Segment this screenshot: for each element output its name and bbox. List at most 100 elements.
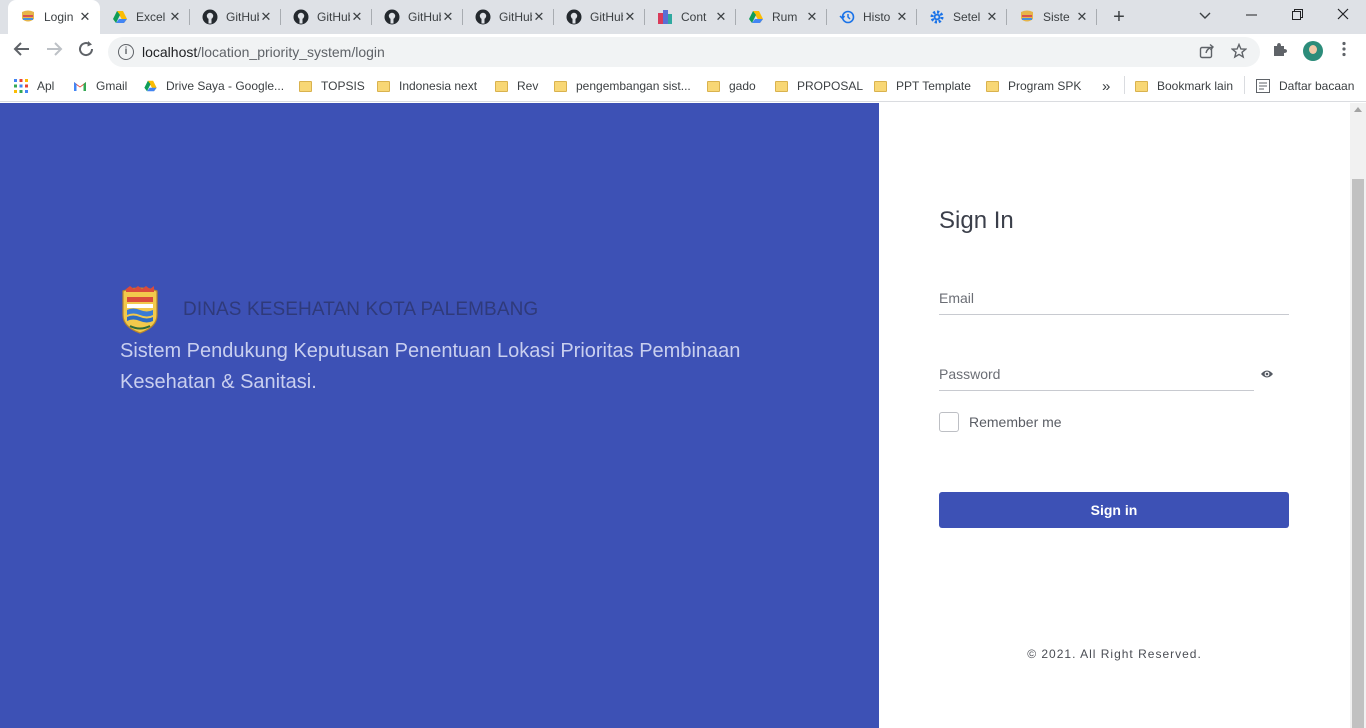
bookmark-label: Rev — [517, 79, 539, 93]
scroll-thumb[interactable] — [1352, 179, 1364, 728]
bookmark-label: Indonesia next — [399, 79, 478, 93]
tab-sistem[interactable]: Siste ✕ — [1007, 0, 1097, 34]
reading-list-button[interactable]: Daftar bacaan — [1256, 77, 1354, 95]
address-bar[interactable]: i localhost/location_priority_system/log… — [108, 37, 1260, 67]
tab-excel[interactable]: Excel ✕ — [100, 0, 190, 34]
new-tab-button[interactable]: + — [1109, 7, 1129, 27]
password-field[interactable]: Password — [939, 366, 1000, 382]
bookmark-program-spk[interactable]: Program SPK — [986, 77, 1081, 95]
bookmark-drive[interactable]: Drive Saya - Google... — [143, 77, 284, 95]
building-icon — [657, 9, 673, 25]
tab-separator — [1096, 9, 1097, 25]
tab-github-1[interactable]: GitHub ✕ — [190, 0, 281, 34]
restore-button[interactable] — [1277, 0, 1317, 30]
close-icon[interactable]: ✕ — [168, 10, 182, 24]
close-icon[interactable]: ✕ — [259, 10, 273, 24]
close-icon[interactable]: ✕ — [895, 10, 909, 24]
tab-title: GitHub — [408, 10, 441, 24]
bookmark-label: Daftar bacaan — [1279, 79, 1355, 93]
tab-cont[interactable]: Cont ✕ — [645, 0, 736, 34]
bookmark-gado[interactable]: gado — [707, 77, 756, 95]
organization-name: DINAS KESEHATAN KOTA PALEMBANG — [183, 299, 539, 320]
minimize-button[interactable] — [1231, 0, 1271, 30]
close-icon[interactable]: ✕ — [78, 10, 92, 24]
bookmark-other[interactable]: Bookmark lain — [1135, 77, 1233, 95]
bookmark-label: TOPSIS — [321, 79, 365, 93]
tab-history[interactable]: Histo ✕ — [827, 0, 917, 34]
copyright-text: © 2021. All Right Reserved. — [1027, 647, 1202, 661]
folder-icon — [554, 80, 567, 92]
bookmark-gmail[interactable]: Gmail — [73, 77, 127, 95]
url-text[interactable]: localhost/location_priority_system/login — [142, 44, 385, 60]
github-icon — [293, 9, 309, 25]
tab-title: GitHub — [499, 10, 532, 24]
tab-github-2[interactable]: GitHub ✕ — [281, 0, 372, 34]
tab-github-5[interactable]: GitHub ✕ — [554, 0, 645, 34]
tab-search-button[interactable] — [1185, 0, 1225, 30]
tab-title: Histo — [863, 10, 891, 24]
tab-login[interactable]: Login ✕ — [8, 0, 100, 34]
page-scrollbar[interactable] — [1350, 103, 1366, 728]
tab-settings[interactable]: Setel ✕ — [917, 0, 1007, 34]
system-tagline: Sistem Pendukung Keputusan Penentuan Lok… — [120, 340, 741, 393]
app-logo-icon — [1019, 9, 1035, 25]
bookmark-pengembangan[interactable]: pengembangan sist... — [554, 77, 691, 95]
tab-title: GitHub — [317, 10, 350, 24]
email-field[interactable]: Email — [939, 290, 974, 306]
gear-icon — [929, 9, 945, 25]
close-icon[interactable]: ✕ — [1075, 10, 1089, 24]
scroll-up-arrow-icon[interactable] — [1354, 107, 1362, 112]
bookmark-ppt-template[interactable]: PPT Template — [874, 77, 971, 95]
bookmark-proposal[interactable]: PROPOSAL — [775, 77, 863, 95]
close-icon[interactable]: ✕ — [350, 10, 364, 24]
bookmark-indonesia-next[interactable]: Indonesia next — [377, 77, 477, 95]
sign-in-button[interactable]: Sign in — [939, 492, 1289, 528]
close-window-button[interactable] — [1323, 0, 1363, 30]
site-info-icon[interactable]: i — [118, 44, 134, 60]
bookmark-star-icon[interactable] — [1230, 42, 1248, 61]
bookmark-separator — [1244, 76, 1245, 94]
reload-button[interactable] — [74, 40, 98, 64]
page-title: Sign In — [939, 207, 1014, 234]
bookmark-label: Bookmark lain — [1157, 79, 1234, 93]
bookmark-apps[interactable]: Apl — [14, 77, 54, 95]
remember-me-label[interactable]: Remember me — [969, 414, 1062, 430]
tab-title: Login — [44, 10, 74, 24]
apps-grid-icon — [14, 79, 28, 93]
github-icon — [566, 9, 582, 25]
show-password-eye-icon[interactable] — [1260, 367, 1274, 379]
folder-icon — [377, 80, 390, 92]
google-drive-icon — [748, 9, 764, 25]
forward-button[interactable] — [42, 40, 66, 64]
password-field-underline — [939, 390, 1254, 391]
profile-avatar[interactable] — [1303, 41, 1323, 61]
bookmark-rev[interactable]: Rev — [495, 77, 538, 95]
close-icon[interactable]: ✕ — [441, 10, 455, 24]
extensions-icon[interactable] — [1268, 41, 1290, 63]
bookmarks-overflow-button[interactable]: » — [1102, 77, 1110, 95]
bookmark-label: gado — [729, 79, 756, 93]
tab-github-4[interactable]: GitHub ✕ — [463, 0, 554, 34]
remember-me-checkbox[interactable] — [939, 412, 959, 432]
close-icon[interactable]: ✕ — [985, 10, 999, 24]
tab-rum[interactable]: Rum ✕ — [736, 0, 827, 34]
history-icon — [839, 9, 855, 25]
close-icon[interactable]: ✕ — [714, 10, 728, 24]
menu-kebab-icon[interactable] — [1333, 41, 1355, 63]
folder-icon — [874, 80, 887, 92]
close-icon[interactable]: ✕ — [805, 10, 819, 24]
folder-icon — [775, 80, 788, 92]
browser-tab-bar: Login ✕ Excel ✕ GitHub ✕ GitHub ✕ GitHub… — [0, 0, 1366, 34]
bookmark-topsis[interactable]: TOPSIS — [299, 77, 365, 95]
close-icon[interactable]: ✕ — [623, 10, 637, 24]
reading-list-icon — [1256, 79, 1270, 93]
bookmark-label: Drive Saya - Google... — [166, 79, 285, 93]
back-button[interactable] — [10, 40, 34, 64]
close-icon[interactable]: ✕ — [532, 10, 546, 24]
app-logo-icon — [20, 9, 36, 25]
folder-icon — [495, 80, 508, 92]
share-icon[interactable] — [1198, 43, 1216, 61]
bookmark-label: PROPOSAL — [797, 79, 864, 93]
tab-title: Excel — [136, 10, 166, 24]
tab-github-3[interactable]: GitHub ✕ — [372, 0, 463, 34]
